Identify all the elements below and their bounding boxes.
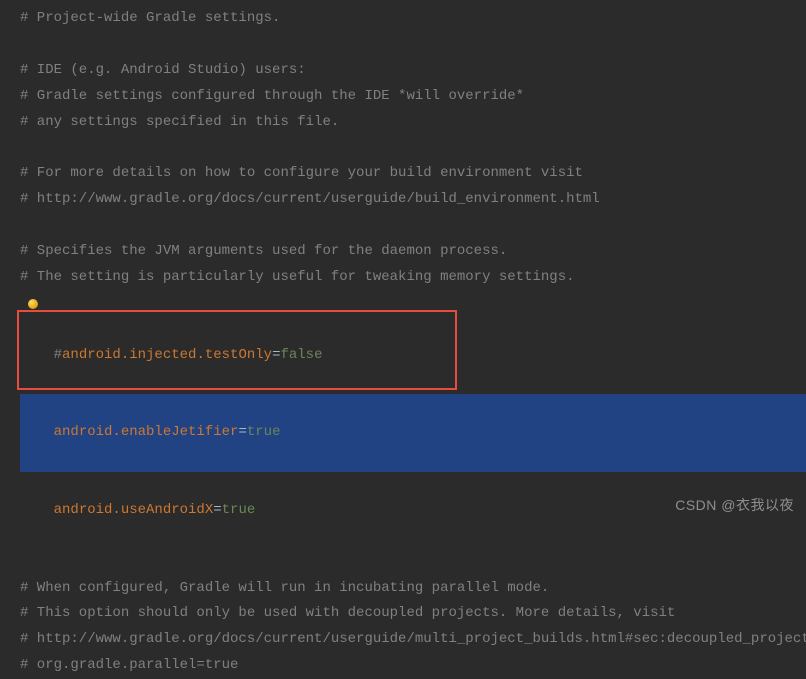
property-key: android.useAndroidX [54,502,214,518]
code-line-comment: # For more details on how to configure y… [20,161,806,187]
property-value: true [247,424,281,440]
code-line-empty [20,550,806,576]
code-line-comment: # org.gradle.parallel=true [20,653,806,679]
comment-hash: # [54,347,62,363]
code-line-comment: # http://www.gradle.org/docs/current/use… [20,187,806,213]
code-line-comment: # Specifies the JVM arguments used for t… [20,239,806,265]
code-line-property-selected: android.enableJetifier=true [20,394,806,472]
code-line-comment: # Project-wide Gradle settings. [20,6,806,32]
property-value: false [280,347,322,363]
code-line-comment: # Gradle settings configured through the… [20,84,806,110]
code-line-empty [20,32,806,58]
property-key: android.injected.testOnly [62,347,272,363]
bulb-icon[interactable] [28,299,38,309]
code-line-comment: # The setting is particularly useful for… [20,265,806,291]
property-value: true [222,502,256,518]
property-key: android.enableJetifier [54,424,239,440]
watermark-text: CSDN @衣我以夜 [675,493,794,519]
code-line-comment: # IDE (e.g. Android Studio) users: [20,58,806,84]
code-line-empty [20,135,806,161]
code-editor[interactable]: # Project-wide Gradle settings. # IDE (e… [0,6,806,679]
code-line-comment: # any settings specified in this file. [20,110,806,136]
code-line-property: #android.injected.testOnly=false [20,291,806,395]
code-line-comment: # When configured, Gradle will run in in… [20,576,806,602]
code-line-comment: # http://www.gradle.org/docs/current/use… [20,627,806,653]
code-line-comment: # This option should only be used with d… [20,601,806,627]
code-line-empty [20,213,806,239]
equals-sign: = [213,502,221,518]
equals-sign: = [238,424,246,440]
